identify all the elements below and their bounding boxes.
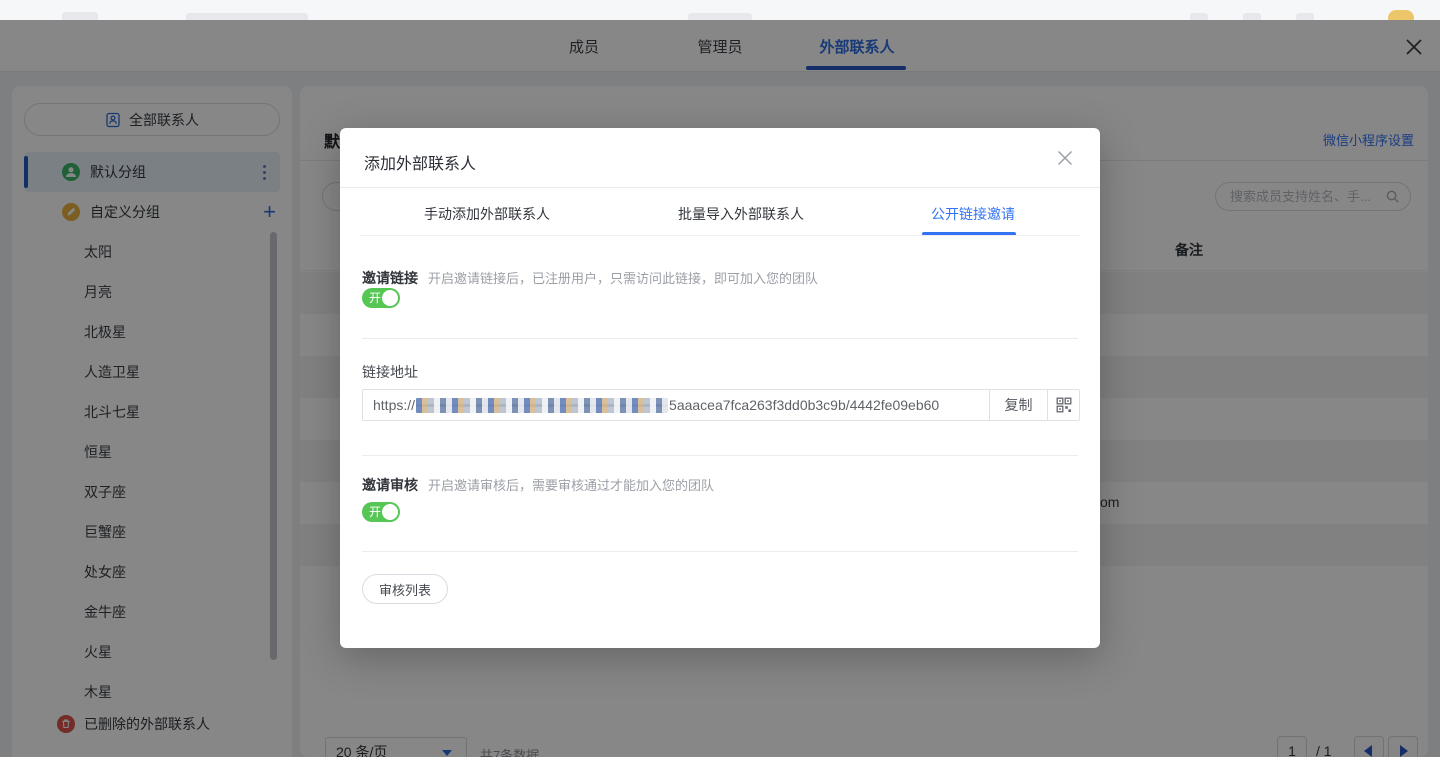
divider <box>360 235 1080 236</box>
divider <box>362 455 1078 456</box>
toggle-knob <box>382 504 398 520</box>
invite-url-field[interactable]: https:// 5aaacea7fca263f3dd0b3c9b/4442fe… <box>362 389 990 421</box>
modal-title: 添加外部联系人 <box>364 150 476 174</box>
url-prefix: https:// <box>373 397 415 413</box>
link-address-label: 链接地址 <box>362 362 418 382</box>
topbar-icon-remnant <box>1190 13 1208 20</box>
review-list-button[interactable]: 审核列表 <box>362 574 448 604</box>
invite-review-toggle[interactable]: 开 <box>362 502 400 522</box>
invite-link-toggle[interactable]: 开 <box>362 288 400 308</box>
add-external-contact-modal: 添加外部联系人 手动添加外部联系人 批量导入外部联系人 公开链接邀请 邀请链接 … <box>340 128 1100 648</box>
url-suffix: 5aaacea7fca263f3dd0b3c9b/4442fe09eb60 <box>669 397 939 413</box>
avatar <box>1388 10 1414 20</box>
topbar-text-remnant <box>186 13 308 20</box>
modal-close-icon[interactable] <box>1054 147 1076 169</box>
topbar-icon-remnant <box>1296 13 1314 20</box>
qr-code-button[interactable] <box>1048 389 1080 421</box>
divider <box>362 551 1078 552</box>
topbar-center-remnant <box>688 13 752 20</box>
divider <box>362 338 1078 339</box>
copy-link-button[interactable]: 复制 <box>990 389 1048 421</box>
invite-link-label: 邀请链接 <box>362 268 418 288</box>
toggle-on-label: 开 <box>369 291 381 305</box>
toggle-knob <box>382 290 398 306</box>
toggle-on-label: 开 <box>369 505 381 519</box>
screen: 成员 管理员 外部联系人 全部联系人 <box>0 0 1440 757</box>
app-topbar <box>0 0 1440 20</box>
modal-header: 添加外部联系人 <box>340 128 1100 188</box>
invite-review-label: 邀请审核 <box>362 475 418 495</box>
invite-link-desc: 开启邀请链接后，已注册用户，只需访问此链接，即可加入您的团队 <box>428 268 818 287</box>
tab-public-link-invite[interactable]: 公开链接邀请 <box>928 204 1018 224</box>
modal-tabbar: 手动添加外部联系人 批量导入外部联系人 公开链接邀请 <box>340 188 1100 236</box>
invite-review-desc: 开启邀请审核后，需要审核通过才能加入您的团队 <box>428 475 714 494</box>
invite-url-group: https:// 5aaacea7fca263f3dd0b3c9b/4442fe… <box>362 389 1080 421</box>
tab-manual-add[interactable]: 手动添加外部联系人 <box>420 204 554 224</box>
topbar-icon-remnant <box>1243 13 1261 20</box>
tab-batch-import[interactable]: 批量导入外部联系人 <box>674 204 808 224</box>
url-redacted-mosaic <box>416 398 668 413</box>
app-logo <box>62 12 98 20</box>
